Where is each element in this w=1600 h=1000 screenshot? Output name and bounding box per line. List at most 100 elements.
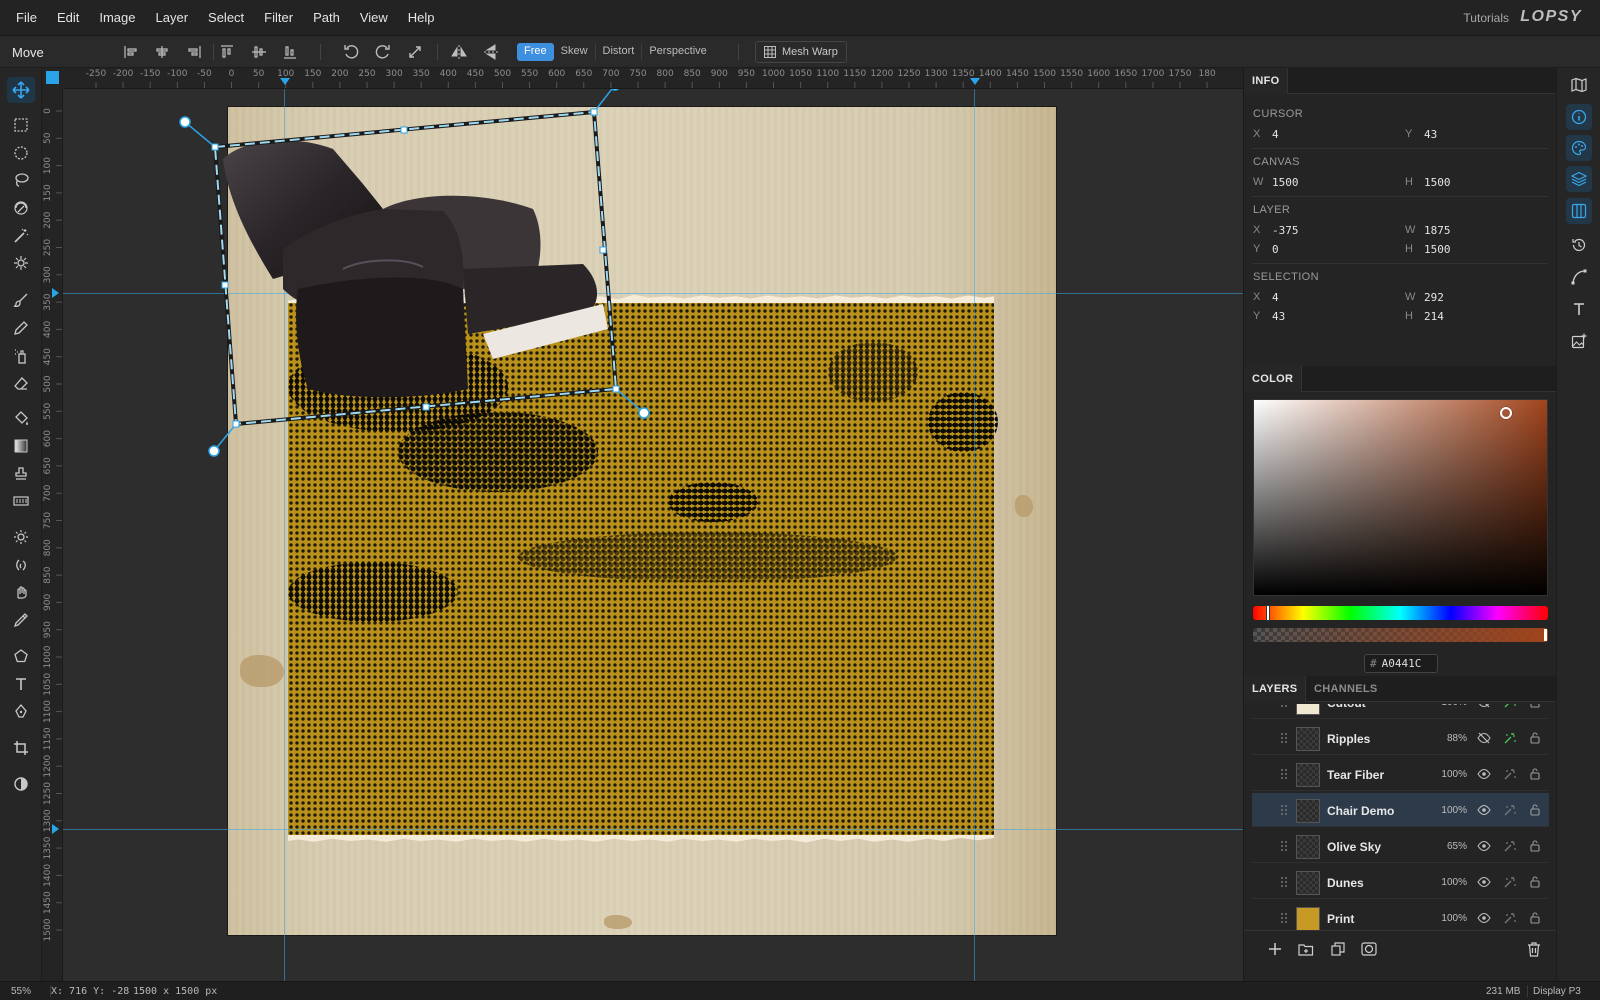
ruler-corner[interactable] xyxy=(42,68,63,89)
object-select-tool[interactable] xyxy=(7,195,35,221)
mode-distort-button[interactable]: Distort xyxy=(596,43,643,61)
mode-free-button[interactable]: Free xyxy=(517,43,554,61)
stamp-tool[interactable] xyxy=(7,461,35,487)
drag-handle-icon[interactable] xyxy=(1280,840,1288,852)
effects-icon[interactable] xyxy=(1502,802,1518,818)
menu-file[interactable]: File xyxy=(16,10,37,25)
eye-icon[interactable] xyxy=(1476,910,1492,926)
lock-icon[interactable] xyxy=(1527,766,1543,782)
gradient-tool[interactable] xyxy=(7,433,35,459)
guide-vertical[interactable] xyxy=(974,89,975,981)
eye-icon[interactable] xyxy=(1476,838,1492,854)
drag-handle-icon[interactable] xyxy=(1280,876,1288,888)
add-layer-button[interactable] xyxy=(1266,940,1284,958)
eye-off-icon[interactable] xyxy=(1476,730,1492,746)
zoom-level[interactable]: 55% xyxy=(11,986,31,997)
eraser-tool[interactable] xyxy=(7,370,35,396)
align-right-icon[interactable] xyxy=(183,42,205,62)
guide-horizontal[interactable] xyxy=(63,829,1243,830)
color-panel-button[interactable] xyxy=(1566,135,1592,161)
layer-opacity[interactable]: 100% xyxy=(1427,877,1467,888)
layer-row[interactable]: Cutout 100% xyxy=(1252,704,1549,719)
move-tool[interactable] xyxy=(7,77,35,103)
drag-handle-icon[interactable] xyxy=(1280,912,1288,924)
document-canvas[interactable] xyxy=(228,107,1056,935)
effects-icon[interactable] xyxy=(1502,838,1518,854)
guide-marker[interactable] xyxy=(52,288,59,298)
pencil-tool[interactable] xyxy=(7,315,35,341)
spray-tool[interactable] xyxy=(7,343,35,369)
layer-opacity[interactable]: 100% xyxy=(1427,704,1467,708)
drag-handle-icon[interactable] xyxy=(1280,804,1288,816)
layer-opacity[interactable]: 65% xyxy=(1427,841,1467,852)
layer-row[interactable]: Ripples 88% xyxy=(1252,721,1549,755)
saturation-value-picker[interactable] xyxy=(1253,399,1548,596)
guide-marker[interactable] xyxy=(970,78,980,85)
pattern-tool[interactable] xyxy=(7,488,35,514)
menu-select[interactable]: Select xyxy=(208,10,244,25)
guide-horizontal[interactable] xyxy=(63,293,1243,294)
lock-icon[interactable] xyxy=(1527,910,1543,926)
rect-marquee-tool[interactable] xyxy=(7,112,35,138)
canvas-viewport[interactable] xyxy=(63,89,1243,981)
delete-layer-button[interactable] xyxy=(1525,940,1543,958)
hue-slider[interactable] xyxy=(1253,605,1548,621)
duplicate-layer-button[interactable] xyxy=(1329,940,1347,958)
navigator-button[interactable] xyxy=(1566,72,1592,98)
menu-edit[interactable]: Edit xyxy=(57,10,79,25)
lasso-tool[interactable] xyxy=(7,167,35,193)
hex-color-input[interactable]: # A0441C xyxy=(1364,654,1438,673)
guide-marker[interactable] xyxy=(280,78,290,85)
align-top-icon[interactable] xyxy=(216,42,238,62)
effects-icon[interactable] xyxy=(1502,704,1518,710)
dodge-tool[interactable] xyxy=(7,524,35,550)
text-tool[interactable] xyxy=(7,671,35,697)
eye-icon[interactable] xyxy=(1476,766,1492,782)
mode-perspective-button[interactable]: Perspective xyxy=(642,43,713,61)
scale-icon[interactable] xyxy=(404,42,426,62)
drag-handle-icon[interactable] xyxy=(1280,704,1288,708)
smudge-tool[interactable] xyxy=(7,579,35,605)
vertical-ruler[interactable]: 0 50 100 150 200 250 300 350 400 450 500 550 600 650 7… xyxy=(42,89,63,981)
tab-channels[interactable]: CHANNELS xyxy=(1306,676,1386,702)
effects-icon[interactable] xyxy=(1502,910,1518,926)
pen-tool[interactable] xyxy=(7,698,35,724)
menu-view[interactable]: View xyxy=(360,10,388,25)
guide-marker[interactable] xyxy=(52,824,59,834)
drag-handle-icon[interactable] xyxy=(1280,768,1288,780)
hue-slider-handle[interactable] xyxy=(1266,605,1270,621)
lock-icon[interactable] xyxy=(1527,838,1543,854)
mesh-warp-button[interactable]: Mesh Warp xyxy=(755,41,847,63)
burn-tool[interactable] xyxy=(7,552,35,578)
layer-opacity[interactable]: 100% xyxy=(1427,805,1467,816)
fill-bucket-tool[interactable] xyxy=(7,405,35,431)
flip-vertical-icon[interactable] xyxy=(480,42,502,62)
eye-icon[interactable] xyxy=(1476,802,1492,818)
lock-icon[interactable] xyxy=(1527,802,1543,818)
drag-handle-icon[interactable] xyxy=(1280,732,1288,744)
info-panel-button[interactable] xyxy=(1566,104,1592,130)
ellipse-marquee-tool[interactable] xyxy=(7,140,35,166)
layer-row[interactable]: Tear Fiber 100% xyxy=(1252,757,1549,791)
layer-row[interactable]: Dunes 100% xyxy=(1252,865,1549,899)
menu-path[interactable]: Path xyxy=(313,10,340,25)
new-group-button[interactable] xyxy=(1297,940,1315,958)
brush-tool[interactable] xyxy=(7,287,35,313)
alpha-slider-handle[interactable] xyxy=(1544,629,1547,641)
menu-image[interactable]: Image xyxy=(99,10,135,25)
align-hcenter-icon[interactable] xyxy=(151,42,173,62)
effects-icon[interactable] xyxy=(1502,730,1518,746)
layers-panel-button[interactable] xyxy=(1566,166,1592,192)
magic-wand-tool[interactable] xyxy=(7,223,35,249)
contrast-tool[interactable] xyxy=(7,771,35,797)
layer-opacity[interactable]: 88% xyxy=(1427,733,1467,744)
effects-icon[interactable] xyxy=(1502,766,1518,782)
layer-row[interactable]: Print 100% xyxy=(1252,901,1549,930)
guide-vertical[interactable] xyxy=(284,89,285,981)
crop-tool[interactable] xyxy=(7,735,35,761)
layer-opacity[interactable]: 100% xyxy=(1427,913,1467,924)
history-panel-button[interactable] xyxy=(1566,232,1592,258)
color-picker-handle[interactable] xyxy=(1500,407,1512,419)
menu-help[interactable]: Help xyxy=(408,10,435,25)
alpha-slider[interactable] xyxy=(1253,628,1548,642)
